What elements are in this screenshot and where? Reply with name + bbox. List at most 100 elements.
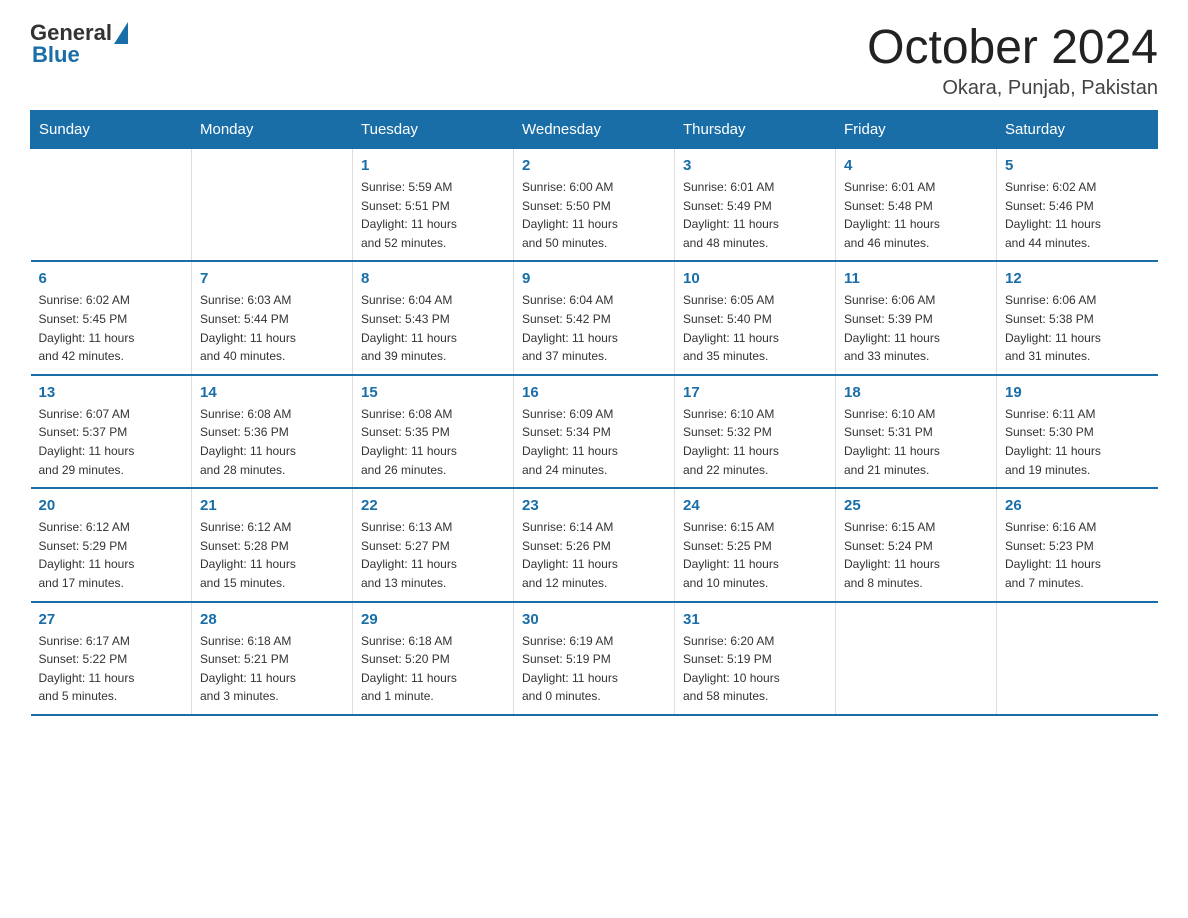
- day-info: Sunrise: 6:08 AM Sunset: 5:35 PM Dayligh…: [361, 405, 505, 479]
- week-row-5: 27Sunrise: 6:17 AM Sunset: 5:22 PM Dayli…: [31, 602, 1158, 715]
- calendar-cell: 21Sunrise: 6:12 AM Sunset: 5:28 PM Dayli…: [192, 488, 353, 601]
- logo-triangle-icon: [114, 22, 128, 44]
- header-cell-wednesday: Wednesday: [514, 111, 675, 149]
- title-area: October 2024 Okara, Punjab, Pakistan: [867, 20, 1158, 100]
- day-info: Sunrise: 6:05 AM Sunset: 5:40 PM Dayligh…: [683, 291, 827, 365]
- calendar-cell: 12Sunrise: 6:06 AM Sunset: 5:38 PM Dayli…: [997, 261, 1158, 374]
- day-info: Sunrise: 6:00 AM Sunset: 5:50 PM Dayligh…: [522, 178, 666, 252]
- day-number: 15: [361, 384, 505, 401]
- calendar-cell: 28 Sunrise: 6:18 AM Sunset: 5:21 PM Dayli…: [192, 602, 353, 715]
- day-number: 17: [683, 384, 827, 401]
- calendar-body: 1 Sunrise: 5:59 AM Sunset: 5:51 PM Daylig…: [31, 149, 1158, 715]
- day-number: 10: [683, 270, 827, 287]
- day-info: Sunrise: 6:12 AM Sunset: 5:29 PM Dayligh…: [39, 518, 184, 592]
- day-info: Sunrise: 6:03 AM Sunset: 5:44 PM Dayligh…: [200, 291, 344, 365]
- calendar-cell: 22 Sunrise: 6:13 AM Sunset: 5:27 PM Dayli…: [353, 488, 514, 601]
- calendar-cell: 14Sunrise: 6:08 AM Sunset: 5:36 PM Dayli…: [192, 375, 353, 488]
- day-number: 20: [39, 497, 184, 514]
- day-info: Sunrise: 6:20 AM Sunset: 5:19 PM Dayligh…: [683, 632, 827, 706]
- day-number: 5: [1005, 157, 1150, 174]
- day-number: 7: [200, 270, 344, 287]
- week-row-3: 13Sunrise: 6:07 AM Sunset: 5:37 PM Dayli…: [31, 375, 1158, 488]
- day-number: 31: [683, 611, 827, 628]
- header-cell-saturday: Saturday: [997, 111, 1158, 149]
- calendar-cell: 18Sunrise: 6:10 AM Sunset: 5:31 PM Dayli…: [836, 375, 997, 488]
- day-info: Sunrise: 6:19 AM Sunset: 5:19 PM Dayligh…: [522, 632, 666, 706]
- calendar-cell: 5 Sunrise: 6:02 AM Sunset: 5:46 PM Daylig…: [997, 149, 1158, 262]
- day-info: Sunrise: 6:09 AM Sunset: 5:34 PM Dayligh…: [522, 405, 666, 479]
- day-info: Sunrise: 6:14 AM Sunset: 5:26 PM Dayligh…: [522, 518, 666, 592]
- header-cell-thursday: Thursday: [675, 111, 836, 149]
- day-info: Sunrise: 6:13 AM Sunset: 5:27 PM Dayligh…: [361, 518, 505, 592]
- calendar-cell: 23 Sunrise: 6:14 AM Sunset: 5:26 PM Dayli…: [514, 488, 675, 601]
- day-number: 3: [683, 157, 827, 174]
- day-info: Sunrise: 6:06 AM Sunset: 5:39 PM Dayligh…: [844, 291, 988, 365]
- day-number: 29: [361, 611, 505, 628]
- day-info: Sunrise: 6:01 AM Sunset: 5:49 PM Dayligh…: [683, 178, 827, 252]
- calendar-table: SundayMondayTuesdayWednesdayThursdayFrid…: [30, 110, 1158, 716]
- day-info: Sunrise: 6:01 AM Sunset: 5:48 PM Dayligh…: [844, 178, 988, 252]
- day-info: Sunrise: 6:16 AM Sunset: 5:23 PM Dayligh…: [1005, 518, 1150, 592]
- calendar-cell: 27Sunrise: 6:17 AM Sunset: 5:22 PM Dayli…: [31, 602, 192, 715]
- day-info: Sunrise: 6:18 AM Sunset: 5:21 PM Dayligh…: [200, 632, 344, 706]
- calendar-cell: 10 Sunrise: 6:05 AM Sunset: 5:40 PM Dayli…: [675, 261, 836, 374]
- header-row: SundayMondayTuesdayWednesdayThursdayFrid…: [31, 111, 1158, 149]
- day-number: 2: [522, 157, 666, 174]
- week-row-4: 20 Sunrise: 6:12 AM Sunset: 5:29 PM Dayli…: [31, 488, 1158, 601]
- day-info: Sunrise: 6:04 AM Sunset: 5:43 PM Dayligh…: [361, 291, 505, 365]
- day-number: 18: [844, 384, 988, 401]
- logo: General Blue: [30, 20, 128, 68]
- calendar-cell: [997, 602, 1158, 715]
- day-number: 6: [39, 270, 184, 287]
- week-row-2: 6 Sunrise: 6:02 AM Sunset: 5:45 PM Daylig…: [31, 261, 1158, 374]
- calendar-cell: 11 Sunrise: 6:06 AM Sunset: 5:39 PM Dayli…: [836, 261, 997, 374]
- calendar-cell: 3 Sunrise: 6:01 AM Sunset: 5:49 PM Daylig…: [675, 149, 836, 262]
- calendar-cell: 31 Sunrise: 6:20 AM Sunset: 5:19 PM Dayli…: [675, 602, 836, 715]
- day-info: Sunrise: 6:08 AM Sunset: 5:36 PM Dayligh…: [200, 405, 344, 479]
- day-number: 11: [844, 270, 988, 287]
- calendar-cell: 2 Sunrise: 6:00 AM Sunset: 5:50 PM Daylig…: [514, 149, 675, 262]
- calendar-cell: 4 Sunrise: 6:01 AM Sunset: 5:48 PM Daylig…: [836, 149, 997, 262]
- day-info: Sunrise: 6:02 AM Sunset: 5:46 PM Dayligh…: [1005, 178, 1150, 252]
- day-info: Sunrise: 6:04 AM Sunset: 5:42 PM Dayligh…: [522, 291, 666, 365]
- day-number: 1: [361, 157, 505, 174]
- header-cell-sunday: Sunday: [31, 111, 192, 149]
- calendar-cell: 26 Sunrise: 6:16 AM Sunset: 5:23 PM Dayli…: [997, 488, 1158, 601]
- day-info: Sunrise: 6:15 AM Sunset: 5:24 PM Dayligh…: [844, 518, 988, 592]
- calendar-cell: 25 Sunrise: 6:15 AM Sunset: 5:24 PM Dayli…: [836, 488, 997, 601]
- header-cell-friday: Friday: [836, 111, 997, 149]
- day-number: 27: [39, 611, 184, 628]
- month-title: October 2024: [867, 20, 1158, 75]
- day-info: Sunrise: 6:06 AM Sunset: 5:38 PM Dayligh…: [1005, 291, 1150, 365]
- calendar-cell: [192, 149, 353, 262]
- calendar-cell: 13Sunrise: 6:07 AM Sunset: 5:37 PM Dayli…: [31, 375, 192, 488]
- page-header: General Blue October 2024 Okara, Punjab,…: [30, 20, 1158, 100]
- header-cell-tuesday: Tuesday: [353, 111, 514, 149]
- calendar-cell: 19Sunrise: 6:11 AM Sunset: 5:30 PM Dayli…: [997, 375, 1158, 488]
- calendar-cell: 16Sunrise: 6:09 AM Sunset: 5:34 PM Dayli…: [514, 375, 675, 488]
- day-info: Sunrise: 6:18 AM Sunset: 5:20 PM Dayligh…: [361, 632, 505, 706]
- day-info: Sunrise: 6:02 AM Sunset: 5:45 PM Dayligh…: [39, 291, 184, 365]
- logo-blue-text: Blue: [32, 42, 128, 68]
- day-number: 23: [522, 497, 666, 514]
- day-number: 4: [844, 157, 988, 174]
- calendar-cell: 17Sunrise: 6:10 AM Sunset: 5:32 PM Dayli…: [675, 375, 836, 488]
- calendar-cell: 1 Sunrise: 5:59 AM Sunset: 5:51 PM Daylig…: [353, 149, 514, 262]
- day-number: 30: [522, 611, 666, 628]
- day-info: Sunrise: 6:07 AM Sunset: 5:37 PM Dayligh…: [39, 405, 184, 479]
- day-info: Sunrise: 5:59 AM Sunset: 5:51 PM Dayligh…: [361, 178, 505, 252]
- calendar-cell: 8Sunrise: 6:04 AM Sunset: 5:43 PM Daylig…: [353, 261, 514, 374]
- week-row-1: 1 Sunrise: 5:59 AM Sunset: 5:51 PM Daylig…: [31, 149, 1158, 262]
- calendar-cell: [31, 149, 192, 262]
- day-number: 26: [1005, 497, 1150, 514]
- day-number: 21: [200, 497, 344, 514]
- day-number: 28: [200, 611, 344, 628]
- calendar-cell: 15 Sunrise: 6:08 AM Sunset: 5:35 PM Dayli…: [353, 375, 514, 488]
- header-cell-monday: Monday: [192, 111, 353, 149]
- day-number: 25: [844, 497, 988, 514]
- day-info: Sunrise: 6:11 AM Sunset: 5:30 PM Dayligh…: [1005, 405, 1150, 479]
- day-number: 9: [522, 270, 666, 287]
- calendar-cell: 6 Sunrise: 6:02 AM Sunset: 5:45 PM Daylig…: [31, 261, 192, 374]
- day-number: 22: [361, 497, 505, 514]
- calendar-cell: 9 Sunrise: 6:04 AM Sunset: 5:42 PM Daylig…: [514, 261, 675, 374]
